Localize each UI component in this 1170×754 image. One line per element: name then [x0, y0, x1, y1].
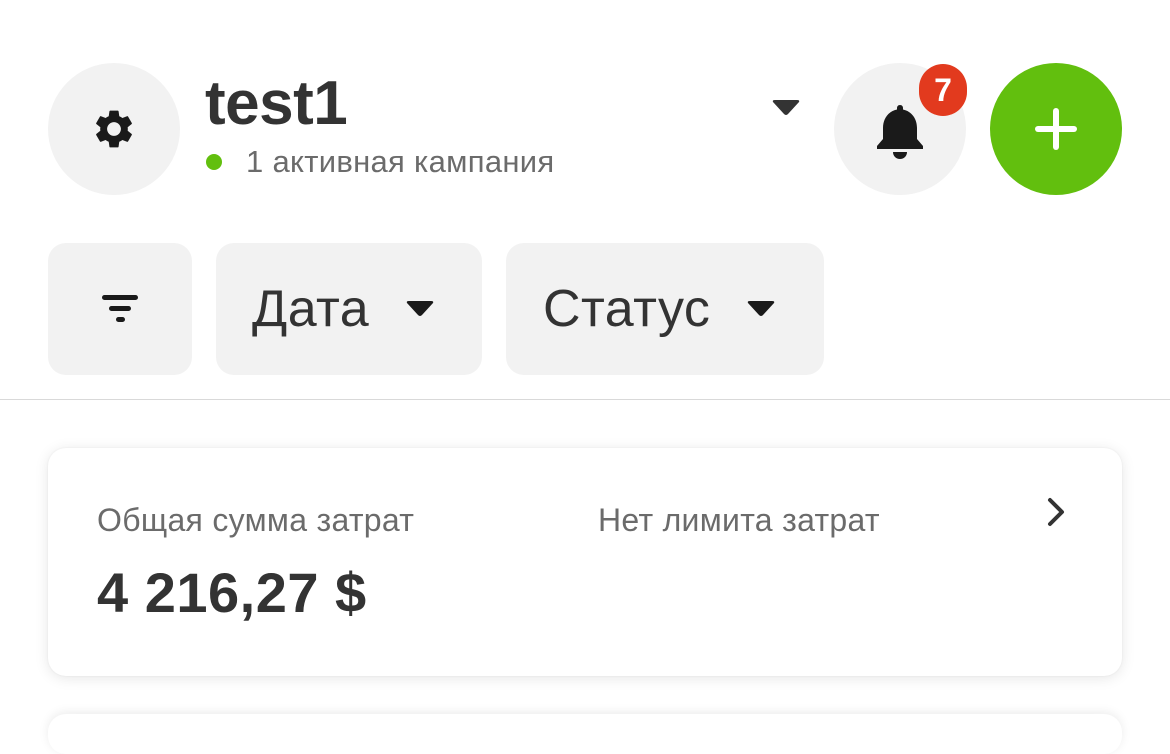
account-name: test1	[205, 69, 348, 138]
status-filter-label: Статус	[543, 280, 711, 338]
gear-icon	[91, 106, 137, 152]
account-status-text: 1 активная кампания	[246, 144, 555, 179]
add-button[interactable]	[990, 63, 1122, 195]
date-filter-label: Дата	[252, 280, 370, 338]
chevron-right-icon	[1044, 496, 1068, 528]
account-dropdown-button[interactable]	[770, 98, 802, 118]
date-filter[interactable]: Дата	[216, 243, 482, 375]
status-filter[interactable]: Статус	[506, 243, 824, 375]
total-spend-label: Общая сумма затрат	[97, 502, 415, 538]
plus-icon	[1033, 106, 1079, 152]
caret-down-icon	[405, 300, 435, 318]
next-card	[48, 714, 1122, 754]
settings-button[interactable]	[48, 63, 180, 195]
bell-icon	[872, 101, 928, 161]
spend-summary-card[interactable]: Общая сумма затрат Нет лимита затрат 4 2…	[48, 448, 1122, 676]
divider	[0, 399, 1170, 400]
filter-icon	[100, 292, 140, 326]
account-selector[interactable]: test1 1 активная кампания	[205, 68, 555, 180]
status-dot-icon	[206, 154, 222, 170]
total-spend-value: 4 216,27 $	[97, 561, 367, 624]
account-status: 1 активная кампания	[205, 144, 555, 180]
caret-down-icon	[771, 99, 801, 117]
spend-limit-label: Нет лимита затрат	[598, 502, 880, 538]
notifications-badge: 7	[919, 64, 967, 116]
caret-down-icon	[746, 300, 776, 318]
filter-button[interactable]	[48, 243, 192, 375]
